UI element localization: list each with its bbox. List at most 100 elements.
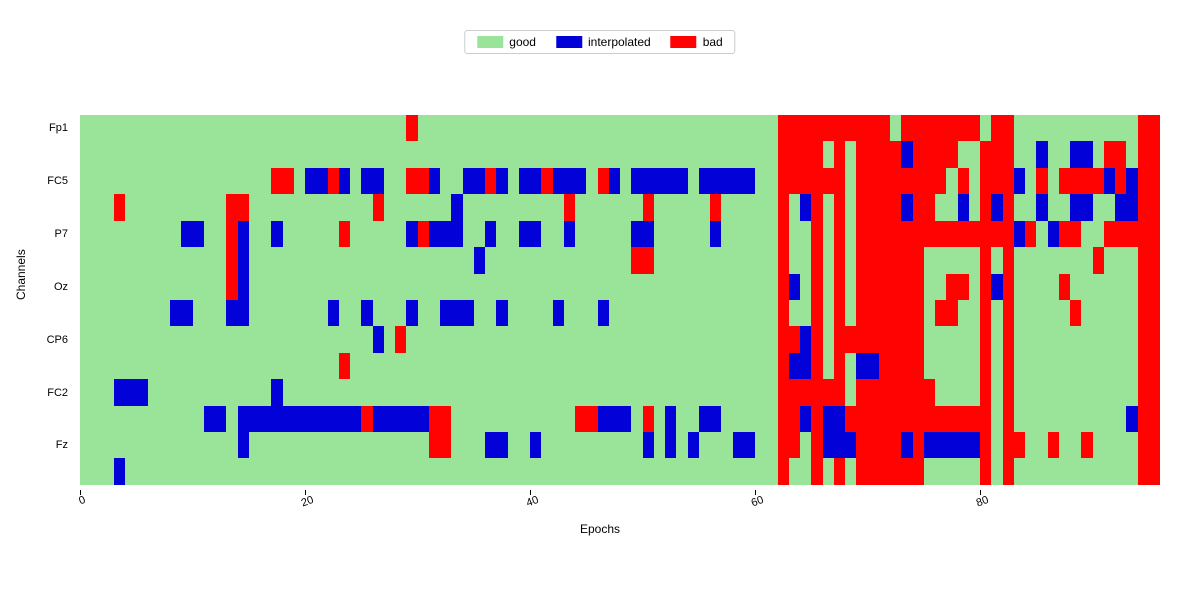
heatmap-cell — [991, 432, 1002, 458]
heatmap-cell — [271, 115, 282, 141]
heatmap-cell — [508, 274, 519, 300]
heatmap-cell — [91, 326, 102, 352]
heatmap-row — [80, 221, 1160, 247]
heatmap-cell — [834, 432, 845, 458]
heatmap-cell — [226, 141, 237, 167]
heatmap-cell — [766, 300, 777, 326]
heatmap-cell — [530, 194, 541, 220]
heatmap-cell — [1081, 379, 1092, 405]
heatmap-cell — [1115, 168, 1126, 194]
heatmap-cell — [496, 274, 507, 300]
heatmap-cell — [159, 353, 170, 379]
heatmap-cell — [710, 406, 721, 432]
heatmap-cell — [868, 458, 879, 484]
heatmap-cell — [643, 432, 654, 458]
heatmap-cell — [496, 247, 507, 273]
heatmap-cell — [1059, 168, 1070, 194]
heatmap-cell — [935, 194, 946, 220]
heatmap-cell — [395, 458, 406, 484]
heatmap-cell — [980, 300, 991, 326]
heatmap-cell — [800, 115, 811, 141]
heatmap-cell — [991, 406, 1002, 432]
heatmap-cell — [103, 274, 114, 300]
heatmap-cell — [136, 194, 147, 220]
heatmap-cell — [249, 168, 260, 194]
heatmap-cell — [789, 432, 800, 458]
heatmap-cell — [125, 300, 136, 326]
heatmap-cell — [1093, 247, 1104, 273]
heatmap-cell — [969, 353, 980, 379]
heatmap-cell — [1070, 115, 1081, 141]
heatmap-cell — [890, 432, 901, 458]
heatmap-cell — [508, 379, 519, 405]
heatmap-cell — [733, 432, 744, 458]
heatmap-cell — [136, 247, 147, 273]
legend-item-good: good — [477, 35, 536, 49]
heatmap-cell — [654, 247, 665, 273]
heatmap-cell — [1093, 353, 1104, 379]
heatmap-cell — [305, 141, 316, 167]
heatmap-cell — [1070, 194, 1081, 220]
heatmap-cell — [249, 326, 260, 352]
heatmap-cell — [1115, 221, 1126, 247]
heatmap-cell — [935, 326, 946, 352]
heatmap-cell — [733, 247, 744, 273]
heatmap-cell — [226, 326, 237, 352]
heatmap-cell — [1115, 458, 1126, 484]
heatmap-cell — [1081, 247, 1092, 273]
heatmap-cell — [148, 432, 159, 458]
heatmap-cell — [1149, 168, 1160, 194]
heatmap-cell — [913, 115, 924, 141]
heatmap-cell — [271, 141, 282, 167]
heatmap-cell — [170, 274, 181, 300]
heatmap-cell — [778, 406, 789, 432]
heatmap-cell — [913, 406, 924, 432]
heatmap-cell — [91, 458, 102, 484]
heatmap-cell — [901, 406, 912, 432]
heatmap-cell — [249, 353, 260, 379]
heatmap-cell — [238, 247, 249, 273]
heatmap-cell — [249, 379, 260, 405]
heatmap-cell — [1115, 379, 1126, 405]
heatmap-cell — [1070, 432, 1081, 458]
heatmap-cell — [710, 353, 721, 379]
heatmap-cell — [789, 221, 800, 247]
heatmap-cell — [384, 274, 395, 300]
heatmap-cell — [1059, 353, 1070, 379]
heatmap-cell — [373, 115, 384, 141]
heatmap-cell — [339, 221, 350, 247]
heatmap-cell — [159, 221, 170, 247]
heatmap-cell — [103, 432, 114, 458]
heatmap-cell — [1059, 432, 1070, 458]
heatmap-cell — [721, 432, 732, 458]
heatmap-cell — [80, 300, 91, 326]
heatmap-cell — [733, 353, 744, 379]
heatmap-cell — [710, 168, 721, 194]
heatmap-cell — [766, 141, 777, 167]
heatmap-cell — [631, 406, 642, 432]
heatmap-cell — [1115, 194, 1126, 220]
heatmap-cell — [721, 221, 732, 247]
heatmap-cell — [1104, 406, 1115, 432]
heatmap-cell — [1093, 326, 1104, 352]
heatmap-cell — [733, 379, 744, 405]
heatmap-cell — [418, 194, 429, 220]
heatmap-cell — [564, 406, 575, 432]
heatmap-cell — [598, 274, 609, 300]
heatmap-cell — [969, 379, 980, 405]
heatmap-cell — [181, 406, 192, 432]
heatmap-cell — [676, 432, 687, 458]
heatmap-cell — [1093, 115, 1104, 141]
heatmap-cell — [733, 194, 744, 220]
heatmap-cell — [170, 141, 181, 167]
heatmap-cell — [204, 247, 215, 273]
heatmap-cell — [80, 168, 91, 194]
heatmap-cell — [778, 221, 789, 247]
heatmap-cell — [958, 432, 969, 458]
heatmap-cell — [530, 141, 541, 167]
heatmap-cell — [114, 221, 125, 247]
heatmap-cell — [733, 458, 744, 484]
heatmap-cell — [834, 141, 845, 167]
heatmap-cell — [373, 432, 384, 458]
heatmap-cell — [564, 432, 575, 458]
